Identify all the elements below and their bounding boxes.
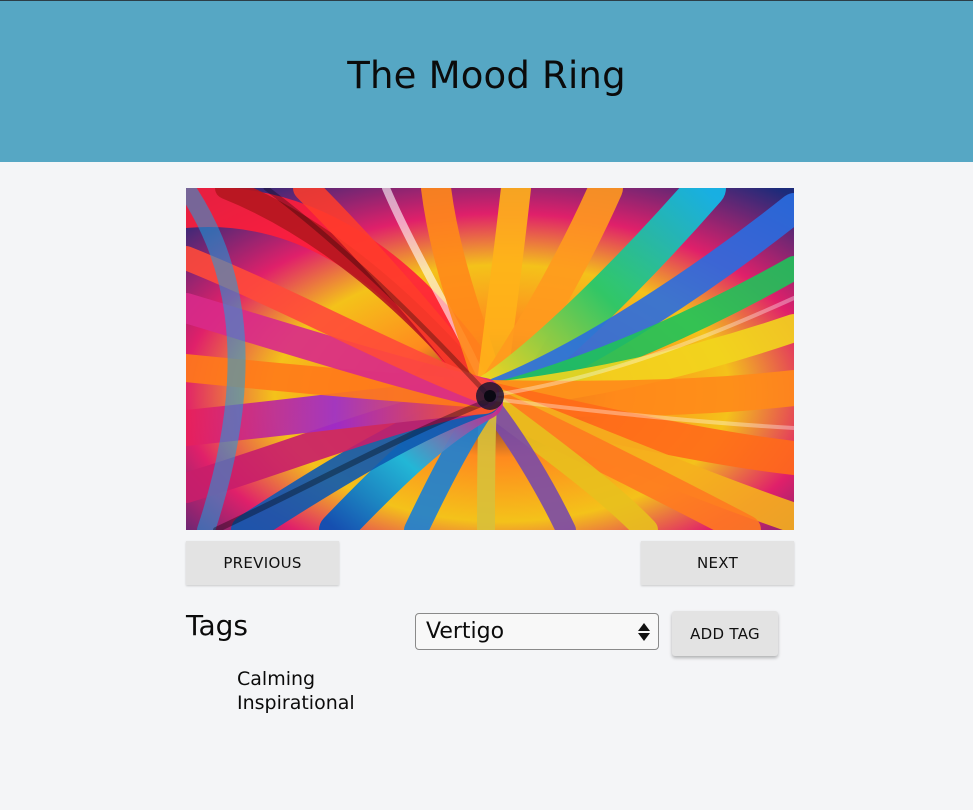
chevron-down-icon [638,632,650,641]
next-button[interactable]: NEXT [641,541,794,585]
app-header: The Mood Ring [0,0,973,162]
page-title: The Mood Ring [347,54,626,97]
tag-select[interactable]: Vertigo [415,613,659,650]
tag-select-value: Vertigo [426,619,505,644]
mood-artwork-image [186,188,794,530]
list-item: Inspirational [237,692,355,714]
tag-list: Calming Inspirational [237,667,355,715]
chevron-up-icon [638,622,650,631]
previous-button[interactable]: PREVIOUS [186,541,339,585]
select-arrows-icon [632,622,656,641]
add-tag-button[interactable]: ADD TAG [672,611,778,656]
list-item: Calming [237,668,316,690]
tags-heading: Tags [186,609,248,642]
colorful-swirl-image [186,188,794,530]
